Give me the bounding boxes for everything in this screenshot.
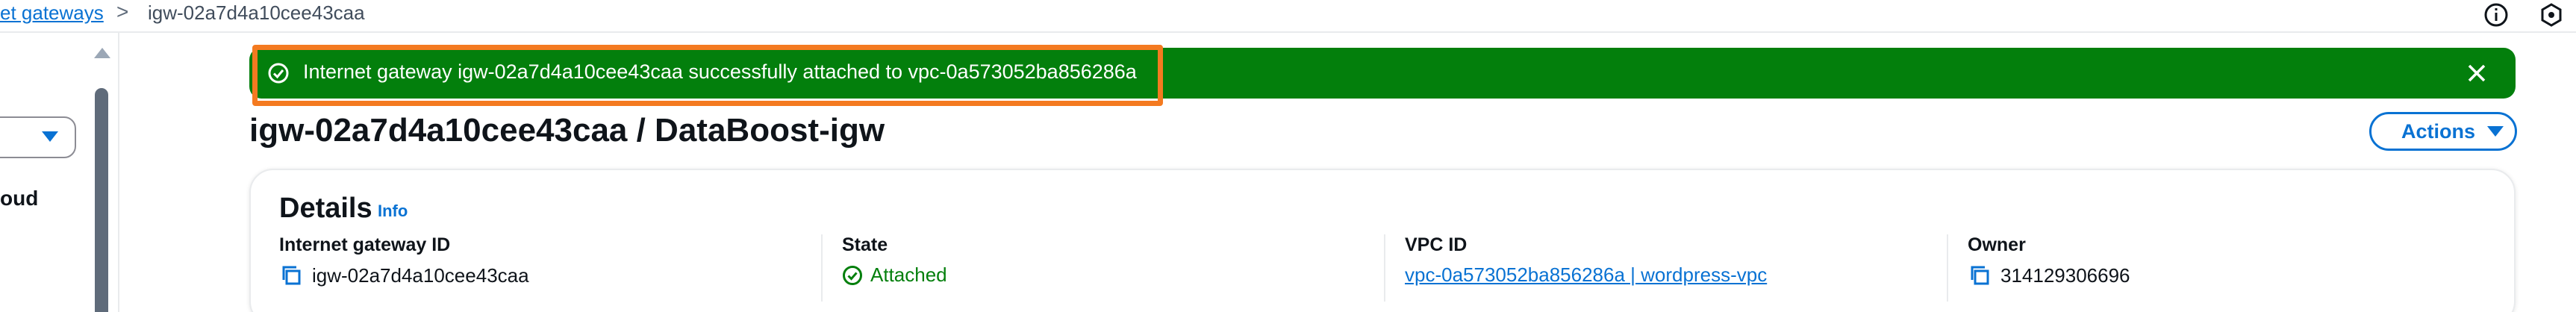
scroll-up-arrow-icon[interactable] [94,48,110,58]
field-owner: Owner 314129306696 [1968,234,2130,312]
left-navigation: oud [0,33,119,312]
column-divider [821,234,823,302]
top-bar: et gateways > igw-02a7d4a10cee43caa [0,0,2576,33]
field-gateway-id: Internet gateway ID igw-02a7d4a10cee43ca… [279,234,529,312]
field-vpc-id: VPC ID vpc-0a573052ba856286a | wordpress… [1405,234,1767,312]
field-state: State Attached [842,234,947,312]
column-divider [1384,234,1385,302]
field-label: VPC ID [1405,234,1468,255]
column-divider [1947,234,1948,302]
field-label: Internet gateway ID [279,234,451,255]
breadcrumb-link-internet-gateways[interactable]: et gateways [0,1,104,25]
breadcrumb-separator: > [116,0,129,23]
vpc-link[interactable]: vpc-0a573052ba856286a | wordpress-vpc [1405,263,1767,287]
field-label: State [842,234,888,255]
nav-section-label: oud [0,187,39,210]
info-link[interactable]: Info [378,202,408,221]
status-value: Attached [870,263,947,286]
copy-icon[interactable] [279,263,303,287]
status-success-icon [842,265,863,286]
details-panel: Details Info Internet gateway ID igw-02a… [249,169,2516,312]
copy-icon[interactable] [1968,263,1992,287]
field-value: igw-02a7d4a10cee43caa [312,263,529,287]
field-value: 314129306696 [2000,263,2130,287]
info-circle-icon[interactable] [2483,1,2510,28]
close-icon[interactable] [2463,60,2490,87]
scroll-thumb[interactable] [95,88,108,312]
details-heading: Details [279,193,372,224]
chevron-down-icon [42,131,58,142]
actions-label: Actions [2401,119,2476,143]
flash-message-highlight [252,45,1163,106]
field-label: Owner [1968,234,2026,255]
nav-region-select[interactable] [0,116,76,158]
nav-scrollbar[interactable] [93,43,110,312]
settings-hex-icon[interactable] [2538,1,2565,28]
breadcrumb-current: igw-02a7d4a10cee43caa [148,1,365,24]
caret-down-icon [2487,126,2504,137]
actions-dropdown-button[interactable]: Actions [2369,112,2517,151]
page-title: igw-02a7d4a10cee43caa / DataBoost-igw [249,112,885,149]
